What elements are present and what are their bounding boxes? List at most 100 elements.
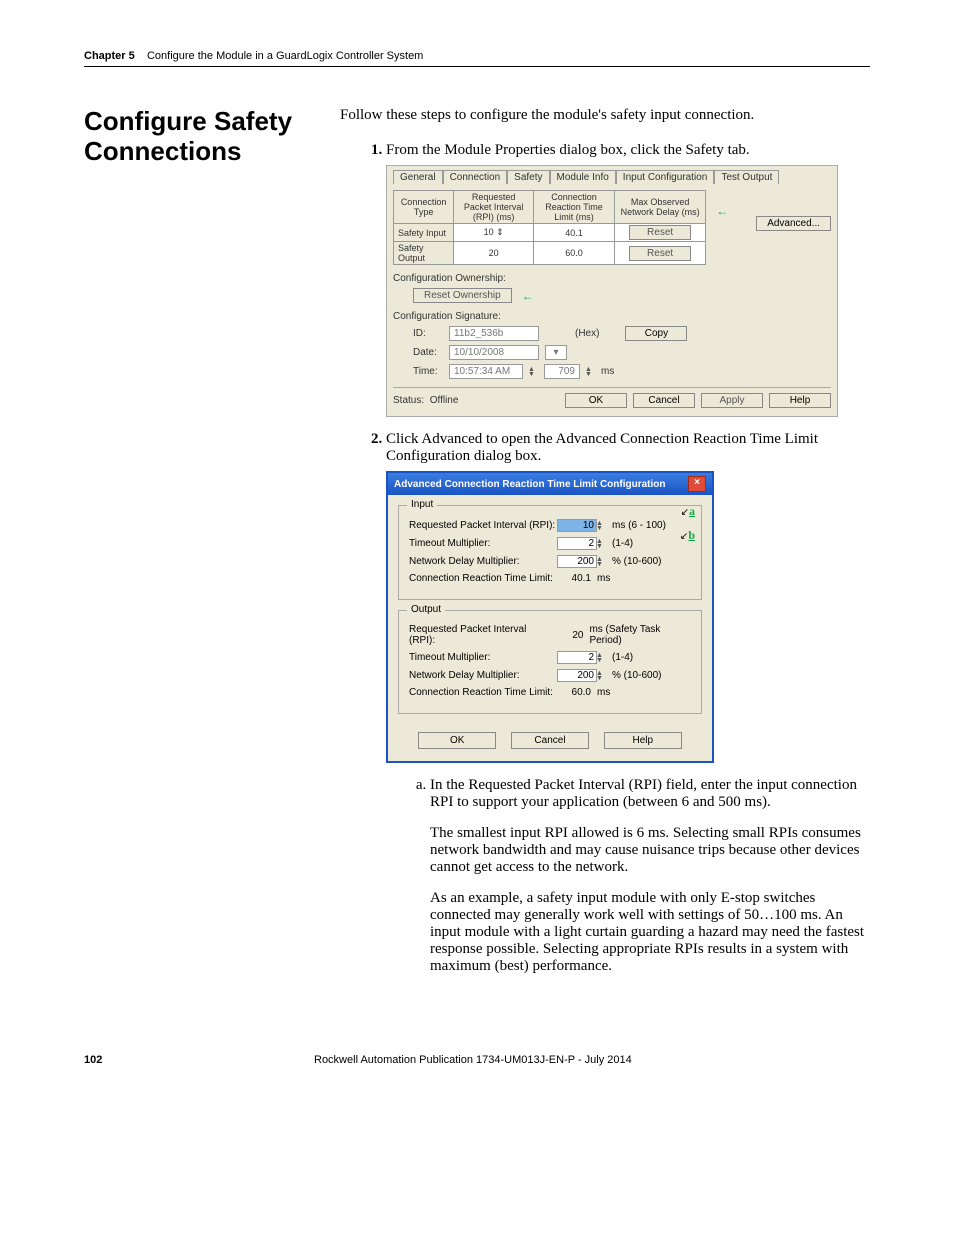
id-label: ID: [413,328,443,339]
substep-a-p2: The smallest input RPI allowed is 6 ms. … [430,825,870,876]
dropdown-icon[interactable]: ▾ [545,345,567,360]
tab-connection[interactable]: Connection [443,170,508,184]
crtl-value: 60.0 [534,242,615,265]
substep-a: In the Requested Packet Interval (RPI) f… [430,777,870,975]
hex-label: (Hex) [575,328,599,339]
cancel-button[interactable]: Cancel [633,393,695,408]
tm-label: Timeout Multiplier: [409,652,557,663]
output-ndm-field[interactable]: 200 [557,669,597,682]
step-1: From the Module Properties dialog box, c… [386,142,870,417]
config-signature-label: Configuration Signature: [393,311,831,322]
col-crtl: Connection Reaction Time Limit (ms) [534,191,615,224]
reset-button[interactable]: Reset [629,246,691,261]
spinner-icon[interactable]: ▲▼ [585,367,595,377]
table-row: Safety Output 20 60.0 Reset [394,242,706,265]
tab-test-output[interactable]: Test Output [714,170,779,184]
time-ms-field[interactable]: 709 [544,364,580,379]
copy-button[interactable]: Copy [625,326,687,341]
close-icon[interactable]: × [688,476,706,492]
advanced-button[interactable]: Advanced... [756,216,831,231]
dialog-title: Advanced Connection Reaction Time Limit … [394,479,666,490]
running-header: Chapter 5 Configure the Module in a Guar… [84,50,870,62]
apply-button[interactable]: Apply [701,393,763,408]
time-label: Time: [413,366,443,377]
chapter-title: Configure the Module in a GuardLogix Con… [147,50,423,62]
tab-input-config[interactable]: Input Configuration [616,170,715,184]
group-title: Output [407,604,445,615]
cancel-button[interactable]: Cancel [511,732,589,749]
module-properties-dialog: General Connection Safety Module Info In… [386,165,838,417]
status-label: Status: [393,395,424,406]
intro-text: Follow these steps to configure the modu… [340,107,870,124]
output-tm-field[interactable]: 2 [557,651,597,664]
help-button[interactable]: Help [604,732,682,749]
group-title: Input [407,499,437,510]
spinner-icon[interactable]: ▲▼ [528,367,538,377]
rpi-range: ms (6 - 100) [612,520,666,531]
status-value: Offline [430,395,459,406]
ndm-range: % (10-600) [612,670,661,681]
ok-button[interactable]: OK [418,732,496,749]
publication-line: Rockwell Automation Publication 1734-UM0… [314,1054,870,1066]
tab-general[interactable]: General [393,170,443,184]
col-rpi: Requested Packet Interval (RPI) (ms) [454,191,534,224]
chapter-number: Chapter 5 [84,50,135,62]
rpi-range: ms (Safety Task Period) [589,624,691,646]
crtl-label: Connection Reaction Time Limit: [409,687,557,698]
rpi-label: Requested Packet Interval (RPI): [409,624,551,646]
ms-label: ms [601,366,614,377]
advanced-crtl-dialog: Advanced Connection Reaction Time Limit … [386,471,714,763]
input-group: Input Requested Packet Interval (RPI): 1… [398,505,702,600]
col-delay: Max Observed Network Delay (ms) [615,191,706,224]
input-crtl-value: 40.1 [557,573,591,584]
tm-label: Timeout Multiplier: [409,538,557,549]
step-2: Click Advanced to open the Advanced Conn… [386,431,870,975]
tm-range: (1-4) [612,652,633,663]
time-field[interactable]: 10:57:34 AM [449,364,523,379]
ok-button[interactable]: OK [565,393,627,408]
col-type: Connection Type [394,191,454,224]
config-ownership-label: Configuration Ownership: [393,273,831,284]
spinner-icon[interactable]: ▲▼ [596,521,606,531]
tab-strip: General Connection Safety Module Info In… [393,170,831,184]
reset-button[interactable]: Reset [629,225,691,240]
substep-a-p1: In the Requested Packet Interval (RPI) f… [430,777,870,811]
step-2-text: Click Advanced to open the Advanced Conn… [386,431,818,464]
reset-ownership-button[interactable]: Reset Ownership [413,288,512,303]
crtl-label: Connection Reaction Time Limit: [409,573,557,584]
arrow-icon: ← [522,289,534,303]
tab-safety[interactable]: Safety [507,170,549,184]
spinner-icon[interactable]: ▲▼ [596,653,606,663]
arrow-icon: ← [716,204,728,218]
input-tm-field[interactable]: 2 [557,537,597,550]
ms-label: ms [597,573,610,584]
rpi-value: 20 [454,242,534,265]
date-field[interactable]: 10/10/2008 [449,345,539,360]
row-label: Safety Output [394,242,454,265]
table-row: Safety Input 10 ⇕ 40.1 Reset [394,224,706,242]
note-b: b [688,528,695,542]
input-rpi-field[interactable]: 10 [557,519,597,532]
input-ndm-field[interactable]: 200 [557,555,597,568]
spinner-icon[interactable]: ▲▼ [596,539,606,549]
step-1-text: From the Module Properties dialog box, c… [386,142,750,158]
substep-a-p3: As an example, a safety input module wit… [430,890,870,975]
spinner-icon[interactable]: ▲▼ [596,671,606,681]
id-field[interactable]: 11b2_536b [449,326,539,341]
row-label: Safety Input [394,224,454,242]
page-number: 102 [84,1054,314,1066]
help-button[interactable]: Help [769,393,831,408]
ndm-label: Network Delay Multiplier: [409,556,557,567]
tm-range: (1-4) [612,538,633,549]
rpi-value[interactable]: 10 [484,227,494,237]
tab-module-info[interactable]: Module Info [550,170,616,184]
note-a: a [689,504,695,518]
rpi-label: Requested Packet Interval (RPI): [409,520,557,531]
ndm-label: Network Delay Multiplier: [409,670,557,681]
spinner-icon[interactable]: ▲▼ [596,557,606,567]
ndm-range: % (10-600) [612,556,661,567]
output-rpi-value: 20 [551,630,584,641]
date-label: Date: [413,347,443,358]
output-crtl-value: 60.0 [557,687,591,698]
output-group: Output Requested Packet Interval (RPI): … [398,610,702,714]
